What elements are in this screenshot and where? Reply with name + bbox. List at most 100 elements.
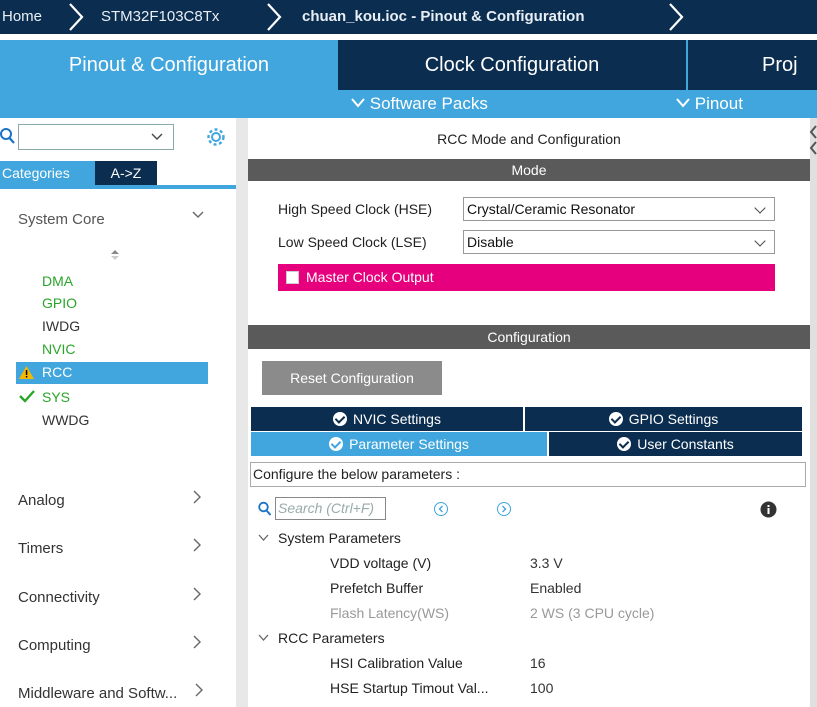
system-core-item-nvic[interactable]: NVIC <box>42 340 75 358</box>
main-tabs: Pinout & Configuration Clock Configurati… <box>0 40 817 90</box>
chevron-right-icon[interactable] <box>193 538 202 552</box>
tab-parameter-settings[interactable]: Parameter Settings <box>251 432 547 456</box>
param-name: Flash Latency(WS) <box>330 605 450 621</box>
chevron-right-icon[interactable] <box>195 683 204 697</box>
mode-header: Mode <box>248 159 810 181</box>
category-analog[interactable]: Analog <box>18 492 65 509</box>
sidebar-splitter[interactable] <box>236 118 248 707</box>
tab-nvic-settings-label: NVIC Settings <box>353 411 441 427</box>
warning-icon <box>19 366 34 379</box>
breadcrumb-separator-icon <box>267 3 282 31</box>
system-core-item-gpio[interactable]: GPIO <box>42 294 77 312</box>
param-name: HSE Startup Timout Val... <box>330 680 489 696</box>
group-rcc-parameters[interactable]: RCC Parameters <box>278 630 385 646</box>
software-packs-menu[interactable]: Software Packs <box>351 90 488 118</box>
search-icon <box>0 128 15 144</box>
software-packs-label: Software Packs <box>369 94 488 113</box>
param-value: 2 WS (3 CPU cycle) <box>530 605 655 621</box>
category-search-input[interactable] <box>18 124 174 150</box>
param-name: HSI Calibration Value <box>330 655 463 671</box>
system-core-item-wwdg[interactable]: WWDG <box>42 411 89 429</box>
info-icon[interactable] <box>760 501 777 518</box>
param-value[interactable]: 100 <box>530 680 553 696</box>
lse-value: Disable <box>467 234 514 250</box>
chevron-down-icon[interactable] <box>151 133 163 141</box>
check-circle-icon <box>333 412 348 426</box>
chevron-right-icon[interactable] <box>193 635 202 649</box>
breadcrumb-mcu[interactable]: STM32F103C8Tx <box>101 0 219 34</box>
tab-user-constants-label: User Constants <box>637 436 734 452</box>
system-core-item-rcc-selected[interactable]: RCC <box>16 362 208 384</box>
breadcrumb-separator-icon <box>669 3 684 31</box>
category-computing[interactable]: Computing <box>18 637 91 654</box>
chevron-right-icon[interactable] <box>193 490 202 504</box>
param-name: VDD voltage (V) <box>330 555 432 571</box>
reset-configuration-button[interactable]: Reset Configuration <box>262 361 442 395</box>
collapse-handle-icon[interactable] <box>809 124 817 158</box>
hse-value: Crystal/Ceramic Resonator <box>467 201 636 217</box>
search-icon <box>258 501 272 516</box>
check-circle-icon <box>608 412 623 426</box>
check-circle-icon <box>329 437 344 451</box>
tab-user-constants[interactable]: User Constants <box>549 432 802 456</box>
sub-toolbar: Software Packs Pinout <box>0 90 817 118</box>
breadcrumb-separator-icon <box>69 3 84 31</box>
tab-nvic-settings[interactable]: NVIC Settings <box>251 407 523 431</box>
check-circle-icon <box>617 437 632 451</box>
chevron-down-icon <box>676 98 690 108</box>
chevron-down-icon <box>754 235 766 247</box>
previous-match-icon[interactable] <box>434 502 448 516</box>
category-connectivity[interactable]: Connectivity <box>18 589 100 606</box>
breadcrumb-home[interactable]: Home <box>2 0 42 34</box>
master-clock-output-checkbox[interactable] <box>286 271 299 284</box>
sort-icon[interactable] <box>111 250 119 260</box>
hse-select[interactable]: Crystal/Ceramic Resonator <box>463 197 775 221</box>
lse-select[interactable]: Disable <box>463 230 775 254</box>
breadcrumb: Home STM32F103C8Tx chuan_kou.ioc - Pinou… <box>0 0 817 34</box>
configure-instructions: Configure the below parameters : <box>250 462 806 487</box>
lse-label: Low Speed Clock (LSE) <box>278 234 427 250</box>
gear-icon[interactable] <box>206 127 226 147</box>
pinout-menu-label: Pinout <box>694 94 743 113</box>
chevron-down-icon[interactable] <box>192 211 204 219</box>
param-name: Prefetch Buffer <box>330 580 424 596</box>
panel-title: RCC Mode and Configuration <box>437 131 621 147</box>
tab-clock-configuration[interactable]: Clock Configuration <box>338 40 686 90</box>
system-core-item-rcc: RCC <box>42 364 73 380</box>
category-middleware[interactable]: Middleware and Softw... <box>18 685 177 702</box>
sidebar <box>0 118 236 707</box>
group-system-parameters[interactable]: System Parameters <box>278 530 401 546</box>
category-system-core[interactable]: System Core <box>18 211 105 228</box>
check-icon <box>19 390 35 403</box>
tab-gpio-settings-label: GPIO Settings <box>628 411 719 427</box>
tab-categories[interactable]: Categories <box>0 161 95 185</box>
master-clock-output-row[interactable]: Master Clock Output <box>278 264 775 291</box>
chevron-down-icon <box>754 202 766 214</box>
chevron-down-icon[interactable] <box>258 634 269 642</box>
system-core-item-sys[interactable]: SYS <box>42 388 70 406</box>
tab-parameter-settings-label: Parameter Settings <box>349 436 469 452</box>
chevron-right-icon[interactable] <box>193 587 202 601</box>
category-timers[interactable]: Timers <box>18 540 63 557</box>
hse-label: High Speed Clock (HSE) <box>278 201 433 217</box>
tab-project-manager[interactable]: Proj <box>688 40 817 90</box>
tab-underline <box>0 185 236 189</box>
system-core-item-dma[interactable]: DMA <box>42 272 73 290</box>
chevron-down-icon[interactable] <box>258 534 269 542</box>
system-core-item-iwdg[interactable]: IWDG <box>42 317 80 335</box>
param-value[interactable]: 16 <box>530 655 546 671</box>
tab-pinout-configuration[interactable]: Pinout & Configuration <box>0 40 338 90</box>
panel-scroll-edge[interactable] <box>810 118 817 707</box>
master-clock-output-label: Master Clock Output <box>306 269 434 285</box>
pinout-menu[interactable]: Pinout <box>676 90 743 118</box>
next-match-icon[interactable] <box>497 502 511 516</box>
chevron-down-icon <box>351 98 365 108</box>
configuration-header: Configuration <box>248 325 810 349</box>
tab-gpio-settings[interactable]: GPIO Settings <box>525 407 802 431</box>
parameter-search-input[interactable]: Search (Ctrl+F) <box>275 497 386 520</box>
param-value[interactable]: Enabled <box>530 580 581 596</box>
param-value[interactable]: 3.3 V <box>530 555 563 571</box>
tab-a-z[interactable]: A->Z <box>95 161 157 185</box>
breadcrumb-project[interactable]: chuan_kou.ioc - Pinout & Configuration <box>302 0 585 34</box>
tab-divider <box>686 40 688 90</box>
